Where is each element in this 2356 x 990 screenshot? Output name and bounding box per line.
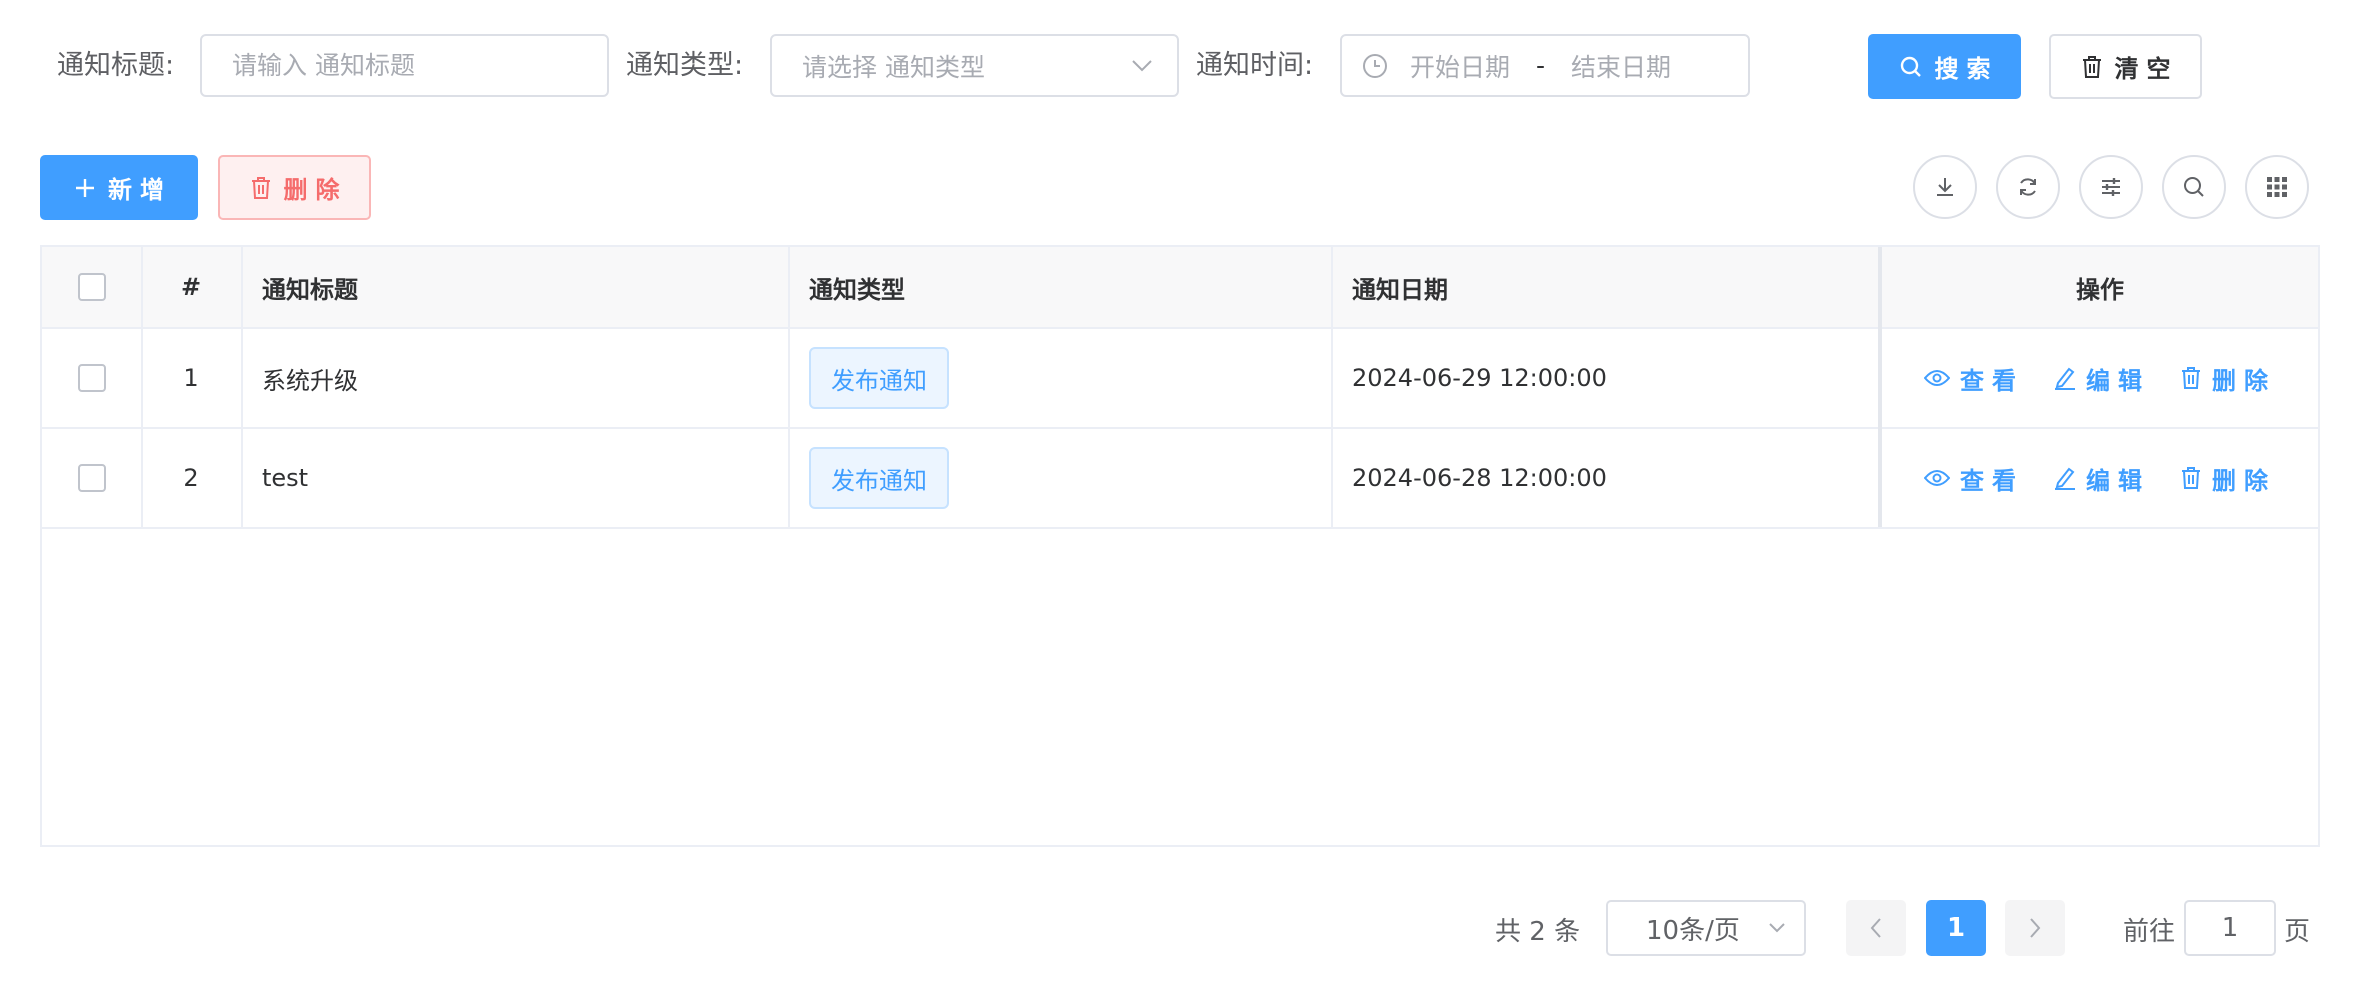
row-actions: 查看 编辑 删除	[1882, 429, 2318, 527]
delete-link[interactable]: 删除	[2180, 461, 2276, 496]
row-checkbox[interactable]	[77, 364, 106, 392]
row-select[interactable]	[42, 429, 141, 527]
row-index: 2	[183, 464, 199, 492]
grid-icon	[2266, 176, 2288, 198]
page-number-button[interactable]: 1	[1926, 900, 1986, 956]
batch-delete-button[interactable]: 删除	[218, 155, 371, 220]
trash-icon	[2180, 366, 2202, 390]
pencil-icon	[2054, 366, 2076, 390]
pagination-total: 共 2 条	[1495, 917, 1581, 947]
header-actions: 操作	[2076, 275, 2124, 304]
title-filter-input-wrapper[interactable]	[200, 34, 609, 97]
page-size-value: 10条/页	[1646, 915, 1740, 946]
chevron-left-icon	[1869, 917, 1883, 939]
notice-table: # 通知标题 通知类型 通知日期 操作 1 系统升级 发布通知 2024-06-…	[40, 245, 2320, 847]
view-link-label: 查看	[1960, 366, 2024, 395]
delete-link-label: 删除	[2212, 466, 2276, 495]
type-filter-label: 通知类型:	[626, 50, 744, 81]
edit-link-label: 编辑	[2086, 366, 2150, 395]
add-button[interactable]: 新增	[40, 155, 198, 220]
view-link-label: 查看	[1960, 466, 2024, 495]
header-type: 通知类型	[809, 275, 905, 304]
trash-icon	[2081, 55, 2103, 79]
column-settings-button[interactable]	[2079, 155, 2143, 219]
page-size-select[interactable]: 10条/页	[1606, 900, 1806, 956]
add-button-label: 新增	[108, 176, 172, 204]
row-index: 1	[183, 364, 199, 392]
end-date-placeholder[interactable]: 结束日期	[1571, 48, 1671, 84]
trash-icon	[250, 176, 272, 200]
row-type: 发布通知	[809, 429, 1309, 527]
start-date-placeholder[interactable]: 开始日期	[1410, 48, 1510, 84]
row-date: 2024-06-29 12:00:00	[1352, 364, 1607, 392]
type-tag: 发布通知	[809, 347, 949, 409]
clear-button[interactable]: 清空	[2049, 34, 2202, 99]
view-link[interactable]: 查看	[1924, 461, 2024, 496]
row-actions: 查看 编辑 删除	[1882, 329, 2318, 427]
header-select-all[interactable]	[42, 247, 141, 327]
clock-icon	[1362, 53, 1388, 79]
pencil-icon	[2054, 466, 2076, 490]
row-divider	[42, 527, 2318, 529]
delete-link-label: 删除	[2212, 366, 2276, 395]
next-page-button[interactable]	[2005, 900, 2065, 956]
row-title: test	[262, 464, 309, 492]
toggle-search-button[interactable]	[2162, 155, 2226, 219]
chevron-right-icon	[2028, 917, 2042, 939]
table-row: 2 test 发布通知 2024-06-28 12:00:00 查看 编辑 删除	[42, 429, 2318, 527]
row-checkbox[interactable]	[77, 464, 106, 492]
eye-icon	[1924, 468, 1950, 488]
search-button[interactable]: 搜索	[1868, 34, 2021, 99]
view-link[interactable]: 查看	[1924, 361, 2024, 396]
refresh-button[interactable]	[1996, 155, 2060, 219]
type-filter-select[interactable]: 请选择 通知类型	[770, 34, 1179, 97]
chevron-down-icon	[1131, 59, 1153, 73]
row-date: 2024-06-28 12:00:00	[1352, 464, 1607, 492]
row-type: 发布通知	[809, 329, 1309, 427]
search-icon	[1899, 55, 1923, 79]
header-date: 通知日期	[1352, 275, 1448, 304]
row-title: 系统升级	[262, 366, 358, 395]
plus-icon	[74, 177, 96, 199]
edit-link[interactable]: 编辑	[2054, 461, 2150, 496]
column-settings-icon	[2099, 175, 2123, 199]
goto-label: 前往	[2123, 917, 2176, 947]
type-filter-placeholder: 请选择 通知类型	[802, 52, 985, 82]
title-filter-label: 通知标题:	[57, 50, 175, 81]
search-toggle-icon	[2182, 175, 2206, 199]
header-title: 通知标题	[262, 275, 358, 304]
search-button-label: 搜索	[1934, 55, 1999, 83]
edit-link-label: 编辑	[2086, 466, 2150, 495]
clear-button-label: 清空	[2114, 55, 2179, 83]
header-index: #	[180, 273, 202, 301]
export-button[interactable]	[1913, 155, 1977, 219]
time-filter-label: 通知时间:	[1196, 50, 1314, 81]
layout-grid-button[interactable]	[2245, 155, 2309, 219]
date-range-picker[interactable]: 开始日期 - 结束日期	[1340, 34, 1750, 97]
prev-page-button[interactable]	[1846, 900, 1906, 956]
eye-icon	[1924, 368, 1950, 388]
date-range-separator: -	[1536, 51, 1546, 80]
chevron-down-icon	[1768, 922, 1786, 934]
page-suffix: 页	[2284, 917, 2311, 947]
row-select[interactable]	[42, 329, 141, 427]
goto-page-input[interactable]	[2186, 913, 2274, 943]
goto-page-input-wrapper[interactable]	[2184, 900, 2276, 956]
title-filter-input[interactable]	[202, 51, 607, 80]
batch-delete-button-label: 删除	[283, 176, 348, 204]
trash-icon	[2180, 466, 2202, 490]
select-all-checkbox[interactable]	[77, 273, 106, 301]
edit-link[interactable]: 编辑	[2054, 361, 2150, 396]
delete-link[interactable]: 删除	[2180, 361, 2276, 396]
download-icon	[1933, 175, 1957, 199]
refresh-icon	[2016, 175, 2040, 199]
type-tag: 发布通知	[809, 447, 949, 509]
table-row: 1 系统升级 发布通知 2024-06-29 12:00:00 查看 编辑 删除	[42, 329, 2318, 427]
